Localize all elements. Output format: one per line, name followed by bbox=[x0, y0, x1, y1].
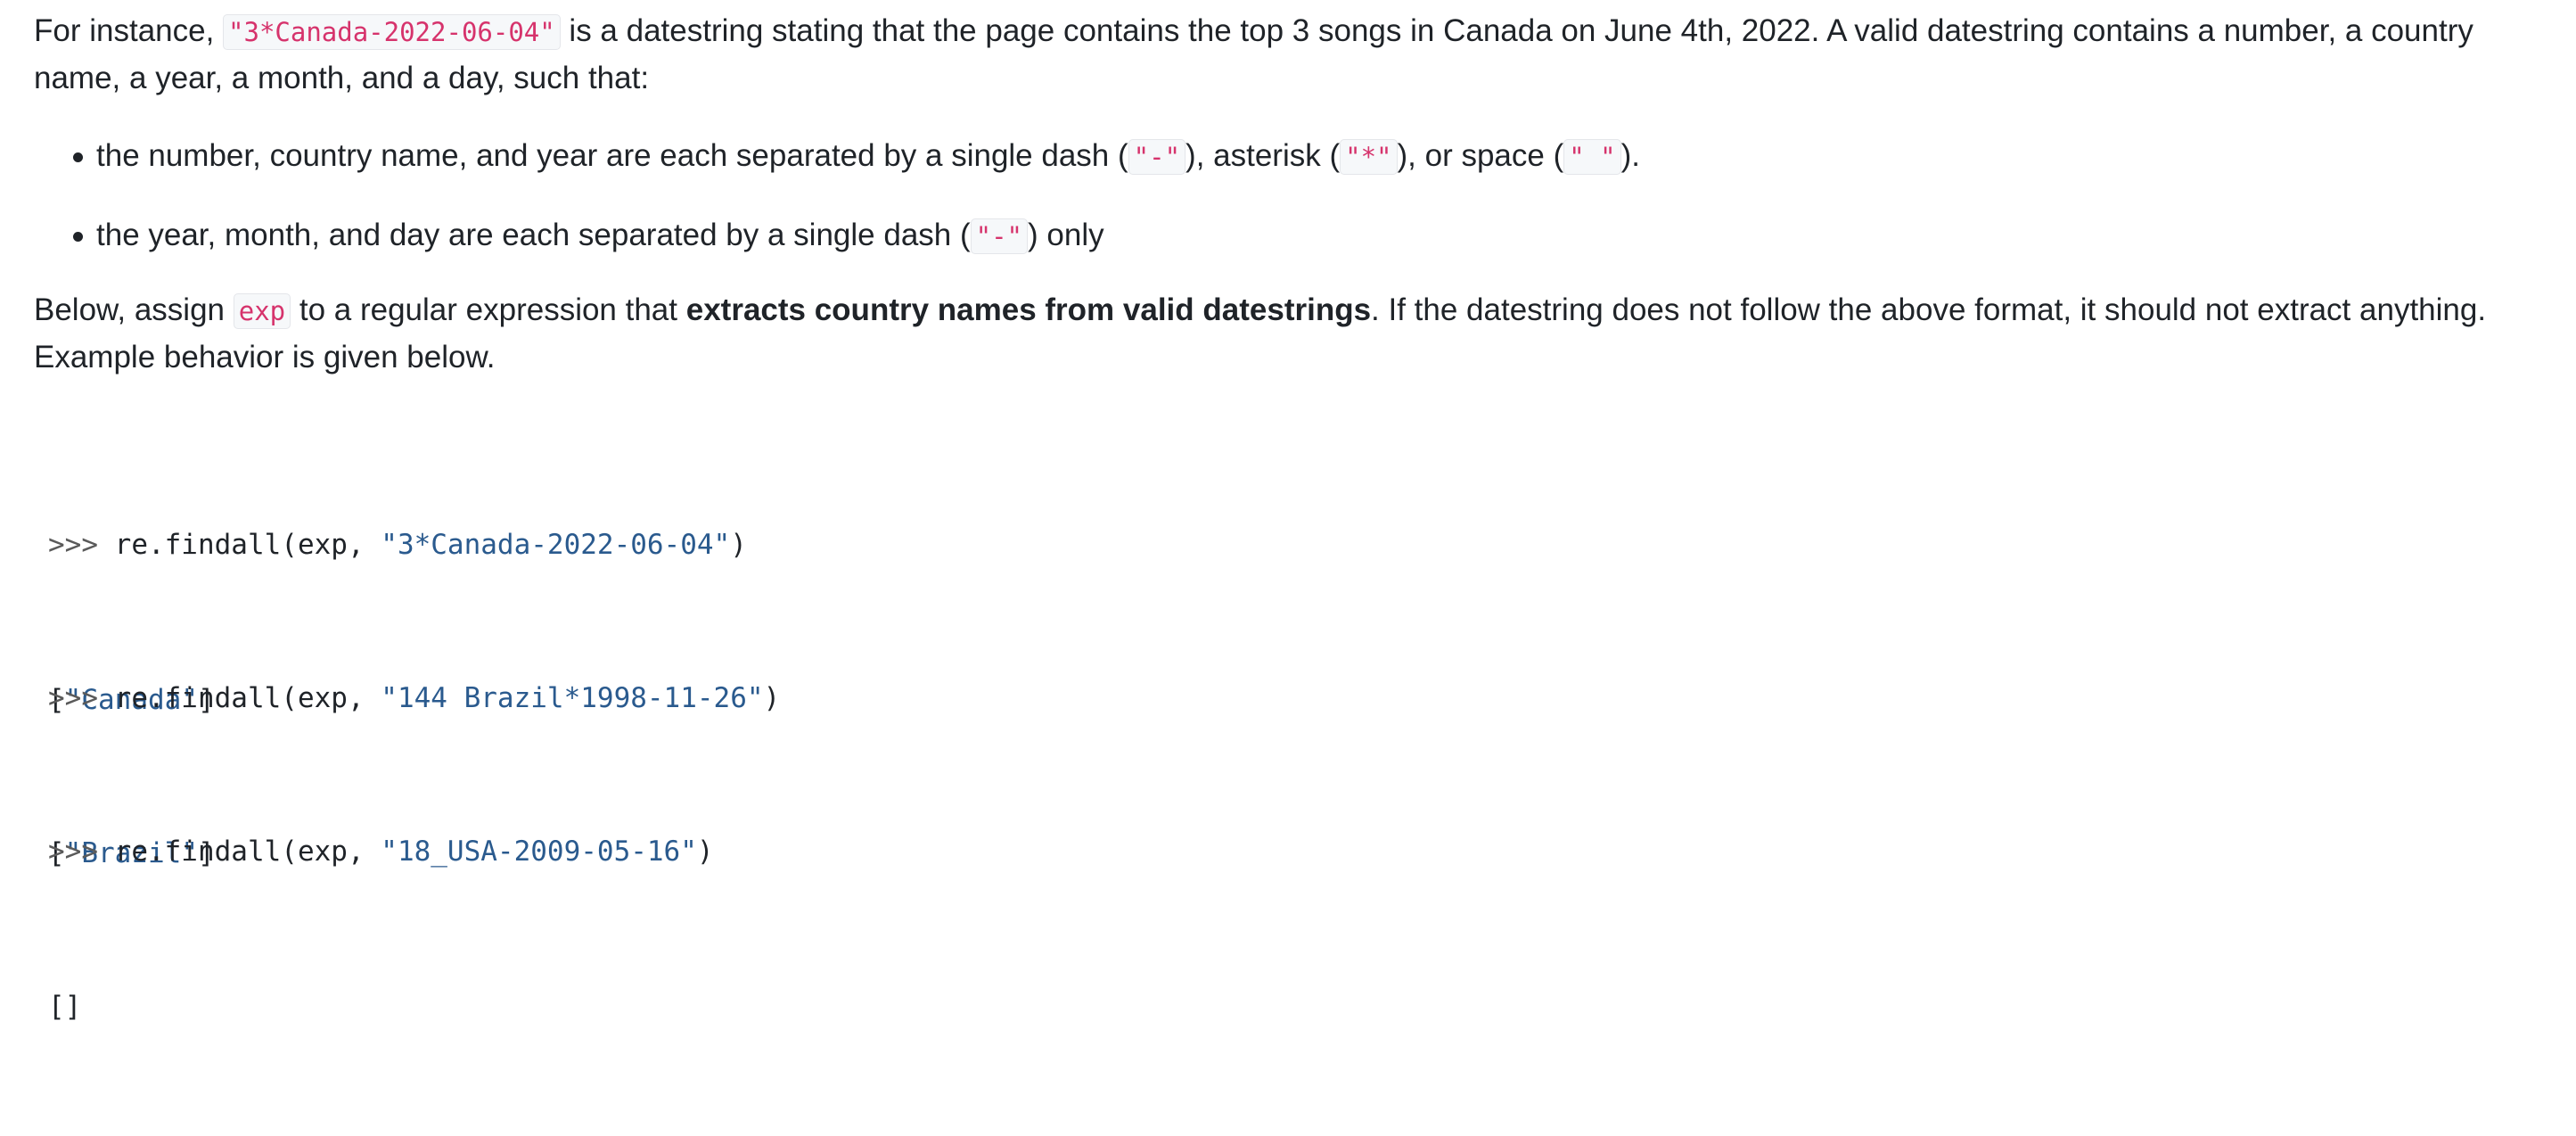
call-suffix: ) bbox=[696, 836, 714, 868]
call-prefix: re.findall(exp, bbox=[114, 682, 381, 714]
bullet1-text-d: ). bbox=[1620, 138, 1641, 173]
task-text-b: to a regular expression that bbox=[291, 292, 686, 327]
bullet2-text-a: the year, month, and day are each separa… bbox=[96, 218, 971, 252]
code-example: >>> re.findall(exp, "18_USA-2009-05-16")… bbox=[48, 722, 1296, 1136]
call-suffix: ) bbox=[763, 682, 781, 714]
example-datestring-code: "3*Canada-2022-06-04" bbox=[223, 14, 561, 50]
task-bold-text: extracts country names from valid datest… bbox=[685, 292, 1372, 327]
code-input-line: >>> re.findall(exp, "144 Brazil*1998-11-… bbox=[48, 672, 1296, 724]
bullet1-text-a: the number, country name, and year are e… bbox=[96, 138, 1128, 173]
bullet-icon bbox=[73, 232, 83, 242]
call-prefix: re.findall(exp, bbox=[114, 529, 381, 561]
prompt-symbol: >>> bbox=[48, 836, 115, 868]
prompt-symbol: >>> bbox=[48, 529, 115, 561]
call-suffix: ) bbox=[730, 529, 747, 561]
bullet-text: the number, country name, and year are e… bbox=[96, 133, 1640, 180]
string-argument: "3*Canada-2022-06-04" bbox=[381, 529, 731, 561]
task-paragraph: Below, assign exp to a regular expressio… bbox=[34, 287, 2556, 381]
dash-code: "-" bbox=[1128, 139, 1186, 175]
string-argument: "144 Brazil*1998-11-26" bbox=[381, 682, 764, 714]
bullet-text: the year, month, and day are each separa… bbox=[96, 212, 1104, 259]
call-prefix: re.findall(exp, bbox=[114, 836, 381, 868]
code-output-line: [] bbox=[48, 981, 1296, 1033]
dash-code: "-" bbox=[970, 218, 1029, 254]
task-text-a: Below, assign bbox=[34, 292, 234, 327]
bullet2-text-b: ) only bbox=[1028, 218, 1104, 252]
asterisk-code: "*" bbox=[1340, 139, 1398, 175]
bullet-icon bbox=[73, 152, 83, 162]
string-argument: "18_USA-2009-05-16" bbox=[381, 836, 697, 868]
bullet1-text-c: ), or space ( bbox=[1397, 138, 1564, 173]
intro-text-a: For instance, bbox=[34, 13, 224, 48]
output-open: [] bbox=[48, 991, 82, 1023]
code-input-line: >>> re.findall(exp, "3*Canada-2022-06-04… bbox=[48, 519, 1296, 571]
intro-paragraph: For instance, "3*Canada-2022-06-04" is a… bbox=[34, 8, 2556, 102]
prompt-symbol: >>> bbox=[48, 682, 115, 714]
space-code: " " bbox=[1563, 139, 1621, 175]
exp-variable-code: exp bbox=[233, 293, 291, 329]
code-input-line: >>> re.findall(exp, "18_USA-2009-05-16") bbox=[48, 826, 1296, 877]
bullet1-text-b: ), asterisk ( bbox=[1185, 138, 1341, 173]
